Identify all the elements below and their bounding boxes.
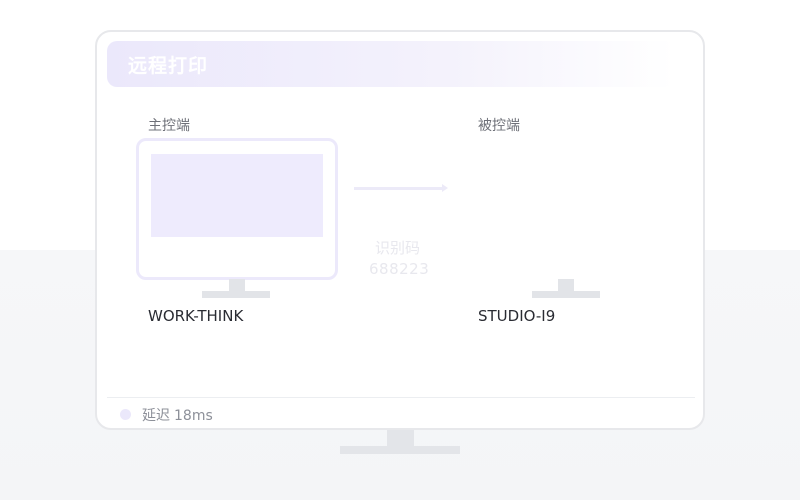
controller-device-name: WORK-THINK [148,307,244,325]
status-dot-icon [120,409,131,420]
connection-arrow [354,187,442,190]
monitor-frame: 远程打印 主控端 WORK-THINK 识别码 688223 被控端 STUDI… [95,30,705,430]
controller-label: 主控端 [148,118,190,134]
controlled-label: 被控端 [478,118,520,134]
controller-device-screen[interactable] [136,138,338,280]
controlled-device-name: STUDIO-I9 [478,307,556,325]
window-title: 远程打印 [128,55,209,77]
controller-display-preview [151,154,323,237]
latency-label: 延迟 [142,408,170,424]
status-divider [107,397,695,398]
controlled-stand-base [532,291,600,298]
monitor-stand-base [340,446,460,454]
connection-code-label: 识别码 [375,239,421,257]
latency-value: 18ms [174,408,213,424]
connection-arrow-head-icon [442,184,448,192]
title-bar: 远程打印 [107,41,675,87]
controller-stand-base [202,291,270,298]
monitor-stand-neck [387,430,414,447]
connection-code-value: 688223 [369,260,430,278]
latency-status: 延迟 18ms [142,405,217,425]
